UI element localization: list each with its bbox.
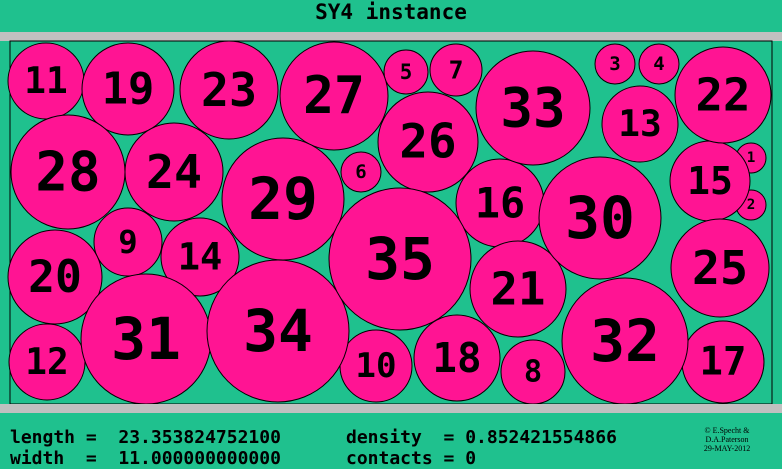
circle-label-4: 4 — [653, 53, 664, 75]
circle-label-20: 20 — [28, 251, 82, 303]
circle-label-29: 29 — [248, 165, 318, 233]
circle-label-8: 8 — [524, 355, 542, 390]
author-credit: © E.Specht & D.A.Paterson 29-MAY-2012 — [682, 426, 772, 453]
circle-label-9: 9 — [118, 223, 137, 261]
circle-label-7: 7 — [449, 56, 464, 85]
bottom-border-band — [0, 404, 782, 413]
circles-layer: 123 4567891011121314151617181920 212223242… — [7, 40, 772, 405]
credit-line-3: 29-MAY-2012 — [703, 444, 751, 453]
circle-label-30: 30 — [565, 184, 635, 252]
circle-label-13: 13 — [618, 103, 661, 145]
length-stat: length = 23.353824752100 — [10, 427, 281, 448]
circle-label-28: 28 — [35, 141, 100, 204]
circle-label-10: 10 — [355, 346, 396, 386]
circle-label-33: 33 — [500, 77, 565, 140]
circle-label-1: 1 — [747, 150, 756, 166]
circle-label-22: 22 — [696, 69, 751, 122]
circle-packing-diagram: 123 4567891011121314151617181920 212223242… — [7, 40, 773, 405]
circle-label-17: 17 — [700, 340, 747, 385]
circle-label-12: 12 — [25, 341, 68, 383]
density-stat: density = 0.852421554866 — [346, 427, 617, 448]
circle-label-31: 31 — [111, 305, 181, 373]
circle-label-21: 21 — [491, 263, 546, 316]
circle-label-2: 2 — [747, 197, 756, 213]
circle-label-34: 34 — [243, 297, 313, 365]
circle-label-25: 25 — [692, 241, 748, 295]
circle-label-6: 6 — [355, 161, 366, 183]
circle-label-23: 23 — [201, 63, 257, 117]
credit-line-2: D.A.Paterson — [705, 435, 749, 444]
circle-label-5: 5 — [400, 60, 413, 84]
circle-label-19: 19 — [102, 64, 155, 115]
circle-label-16: 16 — [475, 179, 525, 228]
width-stat: width = 11.000000000000 — [10, 448, 281, 469]
circle-label-3: 3 — [609, 53, 620, 75]
contacts-stat: contacts = 0 — [346, 448, 477, 469]
circle-label-18: 18 — [432, 334, 481, 382]
circle-label-14: 14 — [178, 236, 223, 279]
circle-label-11: 11 — [24, 60, 67, 102]
circle-label-15: 15 — [687, 159, 733, 203]
circle-label-26: 26 — [399, 115, 456, 170]
circle-label-35: 35 — [365, 225, 435, 293]
circle-label-24: 24 — [146, 145, 202, 199]
circle-label-27: 27 — [303, 66, 365, 126]
credit-line-1: © E.Specht & — [704, 426, 750, 435]
circle-label-32: 32 — [590, 307, 660, 375]
